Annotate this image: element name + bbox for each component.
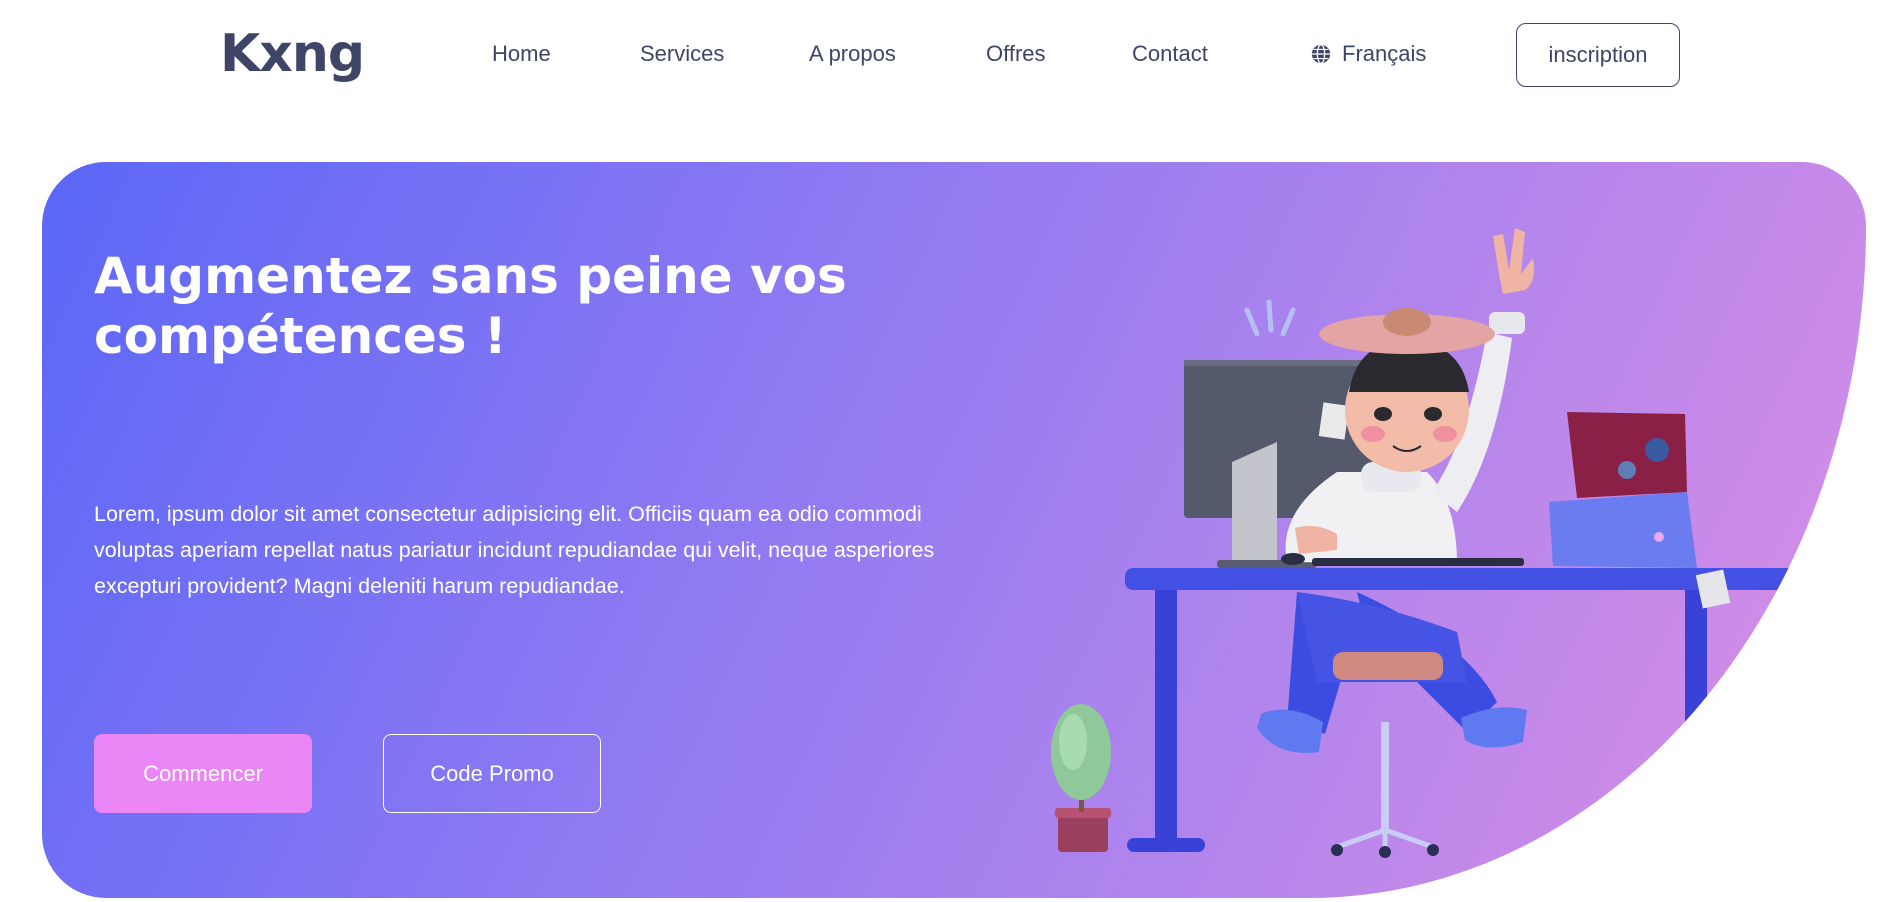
signup-button[interactable]: inscription: [1516, 23, 1680, 87]
nav-services[interactable]: Services: [640, 40, 724, 68]
nav-a-propos[interactable]: A propos: [809, 40, 896, 68]
promo-code-button[interactable]: Code Promo: [383, 734, 601, 813]
hero-description: Lorem, ipsum dolor sit amet consectetur …: [94, 502, 935, 598]
plant-icon: [1051, 704, 1111, 852]
hero-banner: Augmentez sans peine vos compétences ! L…: [42, 162, 1866, 898]
nav-offres[interactable]: Offres: [986, 40, 1046, 68]
language-selector[interactable]: Français: [1310, 40, 1426, 68]
nav-contact[interactable]: Contact: [1132, 40, 1208, 68]
start-button[interactable]: Commencer: [94, 734, 312, 813]
person-at-desk-illustration: [1051, 228, 1839, 858]
logo[interactable]: Kxng: [220, 22, 365, 86]
top-navbar: Kxng Home Services A propos Offres Conta…: [0, 0, 1897, 110]
nav-home[interactable]: Home: [492, 40, 551, 68]
language-label: Français: [1342, 41, 1427, 66]
hero-title: Augmentez sans peine vos compétences !: [94, 247, 847, 365]
globe-icon: [1310, 43, 1332, 65]
